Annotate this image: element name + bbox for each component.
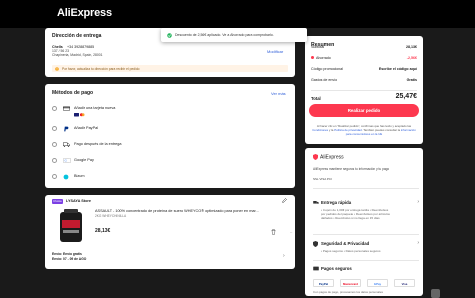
saved-value: -2,56€	[406, 56, 417, 60]
store-card: Choice LYSAYA Store ASSAULT - 100% conce…	[45, 195, 318, 269]
radio-button[interactable]	[52, 142, 57, 147]
total-label: Total	[311, 96, 321, 101]
quantity-decrease-button[interactable]: –	[290, 229, 292, 234]
subtotal-row: Subtotal 28,13€	[311, 45, 417, 51]
terms-link[interactable]: Condiciones	[312, 128, 328, 132]
chevron-right-icon[interactable]: ›	[283, 253, 285, 259]
product-price: 28,13€	[95, 228, 111, 234]
payment-label: Pago después de la entrega	[74, 142, 122, 146]
bizum-icon	[63, 174, 69, 179]
divider	[311, 90, 417, 91]
saved-row[interactable]: Ahorrado -2,56€	[311, 56, 417, 62]
modify-address-link[interactable]: Modificar	[267, 49, 283, 54]
payment-label: Google Pay	[74, 158, 94, 162]
legal-notice: Al hacer clic en "Realizar pedido", conf…	[312, 124, 416, 136]
truck-icon	[63, 142, 70, 147]
shield-icon	[313, 154, 318, 160]
radio-button[interactable]	[52, 158, 57, 163]
chevron-right-icon[interactable]: ›	[417, 199, 419, 205]
payment-methods-card: Métodos de pago Ver más Añadir una tarje…	[45, 84, 295, 188]
payment-option-paypal[interactable]: Añadir PayPal	[52, 124, 288, 134]
gpay-logo: GPay	[367, 279, 388, 287]
shipping-label: Gastos de envío	[311, 78, 338, 82]
product-image[interactable]	[58, 208, 84, 244]
product-title[interactable]: ASSAULT - 100% concentrado de proteína d…	[95, 209, 285, 213]
store-name[interactable]: LYSAYA Store	[66, 199, 91, 203]
payments-description: Con pagos de pago, procesamos los datos …	[313, 290, 383, 294]
shipping-row: Gastos de envío Gratis	[311, 78, 417, 84]
address-warning-banner: Por favor, actualiza tu dirección para r…	[52, 65, 288, 72]
promo-label: Código promocional	[311, 67, 343, 71]
radio-button[interactable]	[52, 126, 57, 131]
subtotal-label: Subtotal	[311, 45, 325, 49]
delivery-title: Dirección de entrega	[52, 33, 102, 39]
section-title: Seguridad & Privacidad	[321, 241, 370, 246]
edit-note-icon[interactable]	[282, 198, 287, 203]
payment-label: Añadir una tarjeta nueva	[74, 106, 116, 110]
address-line-2: Chapineria, Madrid, Spain, 28001	[52, 53, 103, 57]
radio-button[interactable]	[52, 174, 57, 179]
aliexpress-logo[interactable]: AliExpress	[57, 7, 112, 19]
payment-option-google-pay[interactable]: G Google Pay	[52, 156, 288, 166]
trust-description: AliExpress mantiene seguros tu informaci…	[313, 167, 390, 171]
shipping-value: Gratis	[406, 78, 417, 82]
card-brands-icon	[74, 113, 85, 117]
total-value: 25,47€	[395, 93, 417, 100]
payment-option-new-card[interactable]: Añadir una tarjeta nueva	[52, 104, 288, 117]
shipping-date: Envío: 07 - 09 de AGO	[52, 257, 87, 261]
mastercard-logo: Mastercard	[340, 279, 361, 287]
address-warning-text: Por favor, actualiza tu dirección para r…	[62, 66, 140, 71]
payment-title: Métodos de pago	[52, 90, 94, 96]
recipient-phone: +34 3928879885	[67, 45, 95, 49]
section-title: Entrega rápida	[321, 200, 352, 205]
see-more-link[interactable]: Ver más	[271, 91, 286, 96]
saved-label: Ahorrado	[311, 56, 331, 60]
section-description: • Cupón de 1,00€ por entrega tardía • Re…	[321, 208, 390, 221]
divider	[313, 260, 419, 261]
divider	[313, 234, 419, 235]
warning-icon	[55, 66, 59, 71]
promo-code-row[interactable]: Código promocional Escribe el código aqu…	[311, 67, 417, 73]
subtotal-value: 28,13€	[406, 45, 417, 49]
discount-toast: Descuento de 2,56€ aplicado. Ve a Ahorra…	[161, 28, 307, 42]
lock-shield-icon	[313, 241, 318, 247]
place-order-button[interactable]: Realizar pedido	[309, 104, 419, 117]
divider	[313, 188, 419, 189]
visa-logo: Visa	[394, 279, 415, 287]
trust-card: AliExpress AliExpress mantiene seguros t…	[305, 148, 423, 296]
chat-button[interactable]	[431, 289, 440, 298]
payment-label: Bizum	[74, 174, 85, 178]
trust-brand: AliExpress	[313, 154, 344, 160]
chevron-right-icon[interactable]: ›	[417, 240, 419, 246]
payment-option-bizum[interactable]: Bizum	[52, 172, 288, 182]
promo-input[interactable]: Escribe el código aquí	[379, 67, 417, 71]
card-icon	[313, 266, 319, 271]
section-title: Pagos seguros	[321, 266, 352, 271]
section-description: • Pagos seguros • Datos personales segur…	[321, 249, 381, 253]
paypal-logo: PayPal	[313, 279, 334, 287]
checkout-page: AliExpress Dirección de entrega Chells +…	[0, 0, 475, 298]
check-circle-icon	[167, 32, 172, 38]
truck-icon	[313, 201, 319, 204]
paypal-icon	[64, 126, 69, 131]
credit-card-icon	[63, 105, 70, 111]
toast-message: Descuento de 2,56€ aplicado. Ve a Ahorra…	[175, 32, 274, 37]
radio-button[interactable]	[52, 106, 57, 111]
top-header: AliExpress	[0, 0, 475, 28]
security-badges: SSL VISA PCI	[313, 177, 332, 181]
payment-label: Añadir PayPal	[74, 126, 99, 130]
choice-badge: Choice	[52, 199, 63, 204]
shipping-cost: Envío: Envío gratis	[52, 252, 82, 256]
google-pay-icon: G	[63, 157, 71, 163]
product-variant[interactable]: 2KG WHEYCHINILLA	[95, 214, 126, 218]
payment-option-pay-after-delivery[interactable]: Pago después de la entrega	[52, 140, 288, 150]
trash-icon[interactable]	[271, 229, 276, 235]
